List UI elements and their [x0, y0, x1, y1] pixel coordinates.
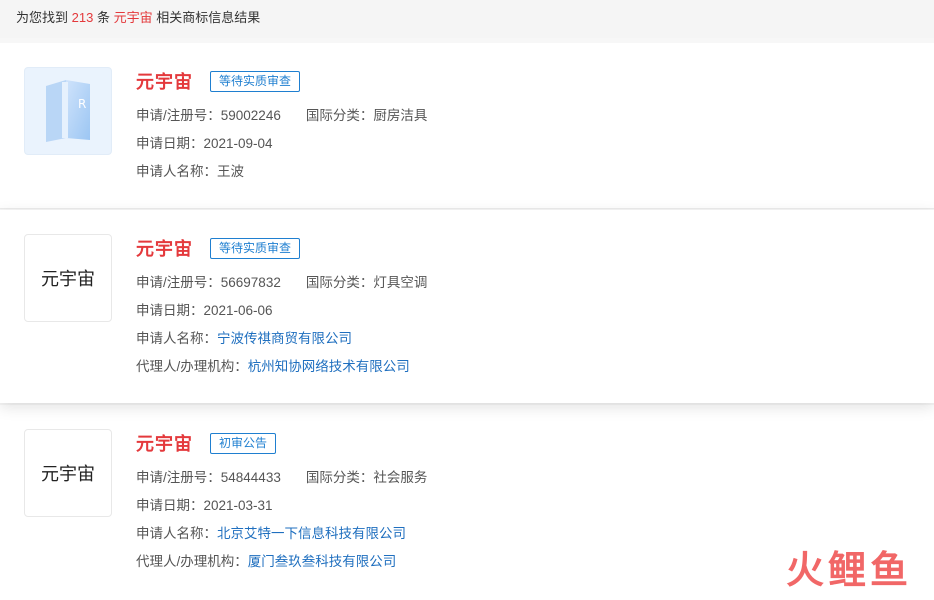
apply-date-row: 申请日期： 2021-09-04	[136, 130, 427, 158]
agent-row: 代理人/办理机构： 厦门叁玖叁科技有限公司	[136, 548, 427, 576]
agent-link[interactable]: 厦门叁玖叁科技有限公司	[248, 548, 397, 576]
trademark-name[interactable]: 元宇宙	[136, 235, 193, 261]
intl-class-value: 灯具空调	[373, 275, 428, 290]
apply-date-value: 2021-03-31	[203, 498, 273, 513]
agent-label: 代理人/办理机构：	[136, 359, 248, 374]
reg-no-label: 申请/注册号：	[136, 470, 221, 485]
reg-no-value: 56697832	[220, 275, 281, 290]
reg-no-row: 申请/注册号： 54844433 国际分类： 社会服务	[136, 464, 427, 492]
status-badge: 等待实质审查	[210, 237, 301, 259]
trademark-card[interactable]: 元宇宙 元宇宙 等待实质审查 申请/注册号： 56697832 国际分类： 灯具…	[0, 210, 934, 403]
status-badge: 等待实质审查	[210, 70, 301, 92]
intl-class-label: 国际分类：	[305, 275, 374, 290]
svg-text:R: R	[78, 97, 86, 111]
trademark-logo-image[interactable]: R	[24, 67, 112, 155]
apply-date-row: 申请日期： 2021-06-06	[136, 297, 427, 325]
applicant-label: 申请人名称：	[136, 331, 217, 346]
applicant-label: 申请人名称：	[136, 164, 217, 179]
watermark-logo: 火鲤鱼	[785, 548, 912, 592]
trademark-logo-text[interactable]: 元宇宙	[24, 429, 112, 517]
intl-class-label: 国际分类：	[305, 470, 374, 485]
trademark-logo-text[interactable]: 元宇宙	[24, 234, 112, 322]
summary-prefix: 为您找到	[16, 10, 69, 25]
apply-date-label: 申请日期：	[136, 303, 204, 318]
applicant-value: 王波	[217, 164, 244, 179]
summary-mid: 条	[96, 10, 110, 25]
status-badge: 初审公告	[210, 432, 277, 454]
reg-no-row: 申请/注册号： 59002246 国际分类： 厨房洁具	[136, 102, 427, 130]
applicant-row: 申请人名称： 王波	[136, 158, 427, 186]
apply-date-label: 申请日期：	[136, 136, 204, 151]
intl-class-label: 国际分类：	[305, 108, 374, 123]
result-summary: 为您找到 213 条 元宇宙 相关商标信息结果	[0, 0, 934, 38]
intl-class-value: 厨房洁具	[373, 108, 428, 123]
apply-date-label: 申请日期：	[136, 498, 204, 513]
reg-no-label: 申请/注册号：	[136, 275, 221, 290]
applicant-link[interactable]: 宁波传祺商贸有限公司	[217, 325, 352, 353]
apply-date-value: 2021-09-04	[203, 136, 273, 151]
trademark-name[interactable]: 元宇宙	[136, 68, 193, 94]
applicant-link[interactable]: 北京艾特一下信息科技有限公司	[217, 520, 406, 548]
reg-no-value: 59002246	[220, 108, 281, 123]
trademark-info: 元宇宙 初审公告 申请/注册号： 54844433 国际分类： 社会服务 申请日…	[136, 431, 427, 576]
reg-no-label: 申请/注册号：	[136, 108, 221, 123]
summary-count: 213	[71, 10, 94, 25]
book-icon: R	[46, 80, 90, 142]
agent-link[interactable]: 杭州知协网络技术有限公司	[248, 353, 410, 381]
applicant-row: 申请人名称： 北京艾特一下信息科技有限公司	[136, 520, 427, 548]
applicant-label: 申请人名称：	[136, 526, 217, 541]
summary-keyword: 元宇宙	[113, 10, 153, 25]
reg-no-value: 54844433	[220, 470, 281, 485]
applicant-row: 申请人名称： 宁波传祺商贸有限公司	[136, 325, 427, 353]
summary-suffix: 相关商标信息结果	[156, 10, 261, 25]
trademark-name[interactable]: 元宇宙	[136, 430, 193, 456]
agent-label: 代理人/办理机构：	[136, 554, 248, 569]
reg-no-row: 申请/注册号： 56697832 国际分类： 灯具空调	[136, 269, 427, 297]
apply-date-value: 2021-06-06	[203, 303, 273, 318]
trademark-card[interactable]: R 元宇宙 等待实质审查 申请/注册号： 59002246 国际分类： 厨房洁具…	[0, 43, 934, 209]
trademark-info: 元宇宙 等待实质审查 申请/注册号： 59002246 国际分类： 厨房洁具 申…	[136, 69, 427, 186]
agent-row: 代理人/办理机构： 杭州知协网络技术有限公司	[136, 353, 427, 381]
apply-date-row: 申请日期： 2021-03-31	[136, 492, 427, 520]
intl-class-value: 社会服务	[373, 470, 428, 485]
trademark-info: 元宇宙 等待实质审查 申请/注册号： 56697832 国际分类： 灯具空调 申…	[136, 236, 427, 381]
